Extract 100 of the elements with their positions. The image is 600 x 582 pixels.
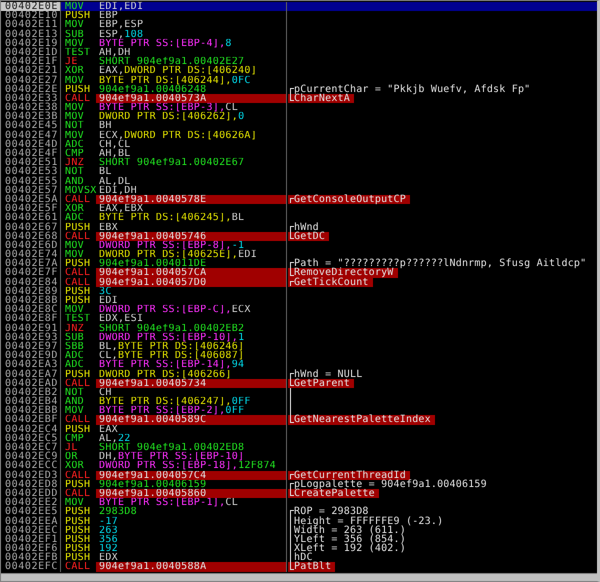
- comment-text: GetCurrentThreadId: [294, 470, 410, 480]
- address-cell: 00402E51: [1, 158, 61, 168]
- address-cell: 00402E45: [1, 121, 61, 131]
- address-cell: 00402EB2: [1, 388, 61, 398]
- address-cell: 00402E4D: [1, 140, 61, 150]
- comment-text: hWnd: [294, 222, 319, 232]
- operand: DH: [124, 186, 137, 195]
- mnemonic: JNZ: [65, 158, 85, 168]
- address-cell: 00402E38: [1, 103, 61, 112]
- address-cell: 00402E91: [1, 324, 61, 333]
- operand: -1: [232, 240, 244, 250]
- comment-text: pLogpalette = 904ef9a1.00406159: [294, 480, 488, 489]
- operand: EBP: [99, 11, 118, 20]
- operand: AH,: [99, 149, 118, 158]
- address-cell: 00402E10: [1, 11, 61, 20]
- address-cell: 00402EDD: [1, 488, 61, 498]
- operand: EDI: [238, 250, 258, 260]
- operand: EAX,: [99, 66, 124, 76]
- address-cell: 00402E1D: [1, 48, 61, 58]
- address-cell: 00402E57: [1, 186, 61, 195]
- address-cell: 00402EEC: [1, 526, 61, 535]
- address-cell: 00402E8B: [1, 296, 61, 306]
- operand: EDI,: [99, 186, 124, 195]
- comment-text: YLeft = 356 (854.): [294, 534, 407, 544]
- address-cell: 00402E97: [1, 342, 61, 352]
- comment-text: GetParent: [294, 378, 354, 388]
- address-cell: 00402E8C: [1, 305, 61, 314]
- address-cell: 00402E93: [1, 332, 61, 342]
- address-cell: 00402EBB: [1, 406, 61, 416]
- comment-text: XLeft = 192 (402.): [294, 544, 407, 554]
- address-cell: 00402E55: [1, 176, 61, 186]
- comment-text: GetTickCount: [294, 278, 373, 287]
- operand: EDX,: [99, 314, 124, 324]
- operand: BL,: [99, 342, 118, 352]
- comment-text: Height = FFFFFFE9 (-23.): [294, 516, 444, 526]
- comment-text: Path = "?????????p??????lNdnrmp, Sfusg Aitldcp": [294, 259, 588, 268]
- comment-text: GetConsoleOutputCP: [294, 194, 410, 204]
- address-cell: 00402E33: [1, 94, 61, 104]
- address-cell: 00402EC7: [1, 443, 61, 452]
- address-cell: 00402E84: [1, 278, 61, 287]
- address-cell: 00402E61: [1, 213, 61, 223]
- address-cell: 00402ECC: [1, 461, 61, 471]
- operand: EDI,: [99, 2, 124, 12]
- comment-text: GetDC: [294, 232, 330, 241]
- mnemonic: AND: [65, 176, 85, 186]
- comment-text: pCurrentChar = "Pkkjb Wuefv, Afdsk Fp": [294, 84, 532, 94]
- code-line[interactable]: 00402E55 AND AL,DL: [1, 176, 597, 186]
- address-cell: 00402EEA: [1, 516, 61, 526]
- operand: EAX: [99, 424, 118, 434]
- operand: DH: [118, 48, 131, 58]
- address-cell: 00402E21: [1, 66, 61, 76]
- address-cell: 00402E74: [1, 250, 61, 260]
- address-cell: 00402E3B: [1, 112, 61, 122]
- mnemonic: AND: [65, 397, 85, 406]
- address-cell: 00402E89: [1, 286, 61, 296]
- address-cell: 00402E8F: [1, 314, 61, 324]
- address-cell: 00402E47: [1, 130, 61, 140]
- address-cell: 00402EB4: [1, 397, 61, 406]
- horizontal-scrollbar[interactable]: [1, 573, 597, 581]
- operand: EDI: [99, 296, 118, 306]
- address-cell: 00402E7F: [1, 268, 61, 278]
- operand: EBX: [99, 222, 118, 232]
- address-cell: 00402E7A: [1, 259, 61, 268]
- address-cell: 00402E2E: [1, 84, 61, 94]
- address-cell: 00402E53: [1, 167, 61, 177]
- address-cell: 00402EBF: [1, 415, 61, 425]
- operand: -17: [99, 516, 118, 526]
- address-cell: 00402E1F: [1, 57, 61, 66]
- address-cell: 00402EF6: [1, 544, 61, 554]
- operand: EDI: [124, 2, 144, 12]
- address-cell: 00402EAD: [1, 378, 61, 388]
- comment-text: Width = 263 (611.): [294, 526, 407, 535]
- bracket-line: [288, 194, 294, 204]
- operand: BL: [99, 167, 112, 177]
- address-cell: 00402E68: [1, 232, 61, 241]
- address-cell: 00402EE2: [1, 498, 61, 508]
- operand: 1: [238, 332, 244, 342]
- address-cell: 00402E6D: [1, 240, 61, 250]
- address-cell: 00402EFB: [1, 553, 61, 562]
- address-cell: 00402E13: [1, 30, 61, 39]
- address-cell: 00402EFC: [1, 562, 61, 572]
- operand: AL,: [99, 176, 118, 186]
- operand: BL: [118, 149, 131, 158]
- mnemonic: JNZ: [65, 324, 85, 333]
- comment-text: GetNearestPaletteIndex: [294, 415, 435, 425]
- comment-text: CreatePalette: [294, 488, 379, 498]
- comment-text: CharNextA: [294, 94, 354, 104]
- address-cell: 00402EE5: [1, 507, 61, 517]
- mnemonic: JE: [65, 57, 78, 66]
- address-cell: 00402EC4: [1, 424, 61, 434]
- operand: EBP,: [99, 20, 124, 30]
- operand: EDX: [99, 553, 118, 562]
- address-cell: 00402EC9: [1, 452, 61, 462]
- comment-text: RemoveDirectoryW: [294, 268, 398, 278]
- operand: AH,: [99, 48, 118, 58]
- mnemonic: JL: [65, 443, 79, 452]
- address-cell: 00402ED3: [1, 470, 61, 480]
- address-cell: 00402E5A: [1, 194, 61, 204]
- operand: EAX,: [99, 204, 124, 214]
- address-cell: 00402EC5: [1, 434, 61, 444]
